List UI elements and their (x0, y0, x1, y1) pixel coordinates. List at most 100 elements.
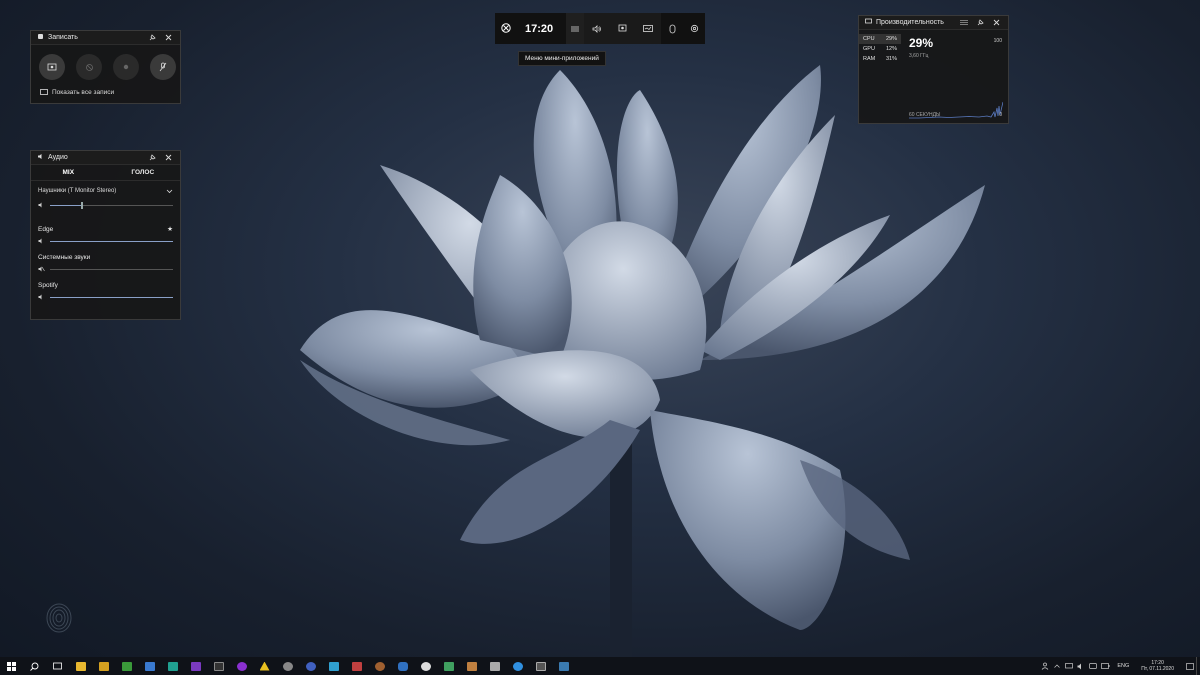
start-button[interactable] (0, 657, 23, 675)
settings-button[interactable] (683, 13, 705, 44)
taskbar-app[interactable] (230, 657, 253, 675)
options-icon[interactable] (958, 17, 970, 29)
capture-header[interactable]: Записать (31, 31, 180, 45)
taskbar-app[interactable] (368, 657, 391, 675)
taskbar-app[interactable] (276, 657, 299, 675)
performance-header[interactable]: Производительность (859, 16, 1008, 30)
volume-icon[interactable] (1075, 657, 1087, 675)
capture-icon (618, 24, 627, 32)
taskbar-app[interactable] (115, 657, 138, 675)
show-all-captures-label: Показать все записи (52, 89, 115, 96)
chevron-up-icon[interactable] (1051, 657, 1063, 675)
app-icon (121, 661, 132, 671)
person-icon[interactable] (1039, 657, 1051, 675)
metric-value: 31% (885, 56, 897, 62)
xbox-icon[interactable] (501, 20, 511, 38)
chat-icon[interactable] (1087, 657, 1099, 675)
app-row-system-sounds: Системные звуки (31, 251, 180, 263)
taskbar-app[interactable] (437, 657, 460, 675)
metric-cpu[interactable]: CPU 29% (859, 34, 901, 44)
star-icon[interactable]: ★ (167, 225, 173, 233)
capture-widget: Записать Показать все записи (30, 30, 181, 104)
task-view-icon (53, 662, 62, 670)
taskbar-app[interactable] (69, 657, 92, 675)
performance-frequency: 3,60 ГГц (909, 53, 929, 59)
audio-header[interactable]: Аудио (31, 151, 180, 165)
metric-label: CPU (863, 36, 875, 42)
taskbar-app[interactable] (207, 657, 230, 675)
taskbar-app[interactable] (92, 657, 115, 675)
audio-widget: Аудио MIX ГОЛОС Наушники (T Monitor Ster… (30, 150, 181, 320)
tab-voice[interactable]: ГОЛОС (106, 165, 181, 180)
app-name: Системные звуки (38, 253, 91, 261)
language-indicator[interactable]: ENG (1117, 663, 1129, 669)
shield-icon (397, 661, 408, 671)
network-icon[interactable] (1063, 657, 1075, 675)
speaker-icon (592, 24, 602, 33)
taskbar-app[interactable] (184, 657, 207, 675)
taskbar-app[interactable] (253, 657, 276, 675)
mic-toggle-button[interactable] (150, 54, 176, 80)
image-icon (443, 661, 454, 671)
metric-value: 12% (885, 46, 897, 52)
app-icon (167, 661, 178, 671)
app-volume-slider[interactable] (31, 291, 180, 303)
clock[interactable]: 17:20 Пт, 07.11.2020 (1141, 660, 1174, 672)
brush-icon (489, 661, 500, 671)
show-desktop-button[interactable] (1196, 657, 1200, 675)
taskbar-app[interactable] (299, 657, 322, 675)
metric-gpu[interactable]: GPU 12% (859, 44, 901, 54)
battery-icon[interactable] (1099, 657, 1111, 675)
taskbar-app[interactable] (345, 657, 368, 675)
taskbar-app[interactable] (138, 657, 161, 675)
app-name: Edge (38, 225, 54, 233)
capture-widget-button[interactable] (610, 13, 636, 44)
show-all-captures-link[interactable]: Показать все записи (40, 89, 180, 96)
gallery-icon (40, 89, 48, 95)
search-button[interactable] (23, 657, 46, 675)
record-last-button[interactable] (76, 54, 102, 80)
pin-icon[interactable] (974, 17, 986, 29)
mouse-button[interactable] (661, 13, 683, 44)
master-volume-slider[interactable] (31, 199, 180, 211)
taskbar-app[interactable] (552, 657, 575, 675)
game-bar: 17:20 (495, 13, 705, 44)
taskbar-app[interactable] (391, 657, 414, 675)
app-volume-slider[interactable] (31, 263, 180, 275)
mic-off-icon (159, 62, 167, 72)
taskbar-app[interactable] (460, 657, 483, 675)
clock-date: Пт, 07.11.2020 (1141, 666, 1174, 672)
record-button[interactable] (113, 54, 139, 80)
performance-detail: 29% 3,60 ГГц 100 60 СЕКУНДЫ 0 (901, 30, 1008, 124)
close-icon[interactable] (162, 152, 174, 164)
performance-icon (643, 24, 654, 32)
graph-max-label: 100 (993, 38, 1002, 44)
taskbar: ENG 17:20 Пт, 07.11.2020 (0, 657, 1200, 675)
pin-icon[interactable] (146, 152, 158, 164)
notifications-icon[interactable] (1184, 657, 1196, 675)
close-icon[interactable] (162, 32, 174, 44)
taskbar-app[interactable] (483, 657, 506, 675)
pin-icon[interactable] (146, 32, 158, 44)
metric-ram[interactable]: RAM 31% (859, 54, 901, 64)
app-volume-slider[interactable] (31, 235, 180, 247)
taskbar-app[interactable] (414, 657, 437, 675)
screenshot-button[interactable] (39, 54, 65, 80)
taskbar-app[interactable] (506, 657, 529, 675)
metric-label: RAM (863, 56, 876, 62)
audio-widget-button[interactable] (584, 13, 610, 44)
taskbar-app[interactable] (161, 657, 184, 675)
widget-menu-button[interactable] (565, 13, 585, 44)
taskbar-app[interactable] (529, 657, 552, 675)
performance-widget-button[interactable] (635, 13, 661, 44)
performance-big-value: 29% (909, 36, 934, 50)
chevron-down-icon (166, 189, 173, 193)
close-icon[interactable] (990, 17, 1002, 29)
task-view-button[interactable] (46, 657, 69, 675)
tab-mix[interactable]: MIX (31, 165, 106, 180)
taskbar-app[interactable] (322, 657, 345, 675)
volume-icon (38, 238, 42, 244)
mouse-icon (669, 24, 675, 33)
speaker-icon (37, 153, 44, 162)
output-device-select[interactable]: Наушники (T Monitor Stereo) (31, 183, 180, 199)
